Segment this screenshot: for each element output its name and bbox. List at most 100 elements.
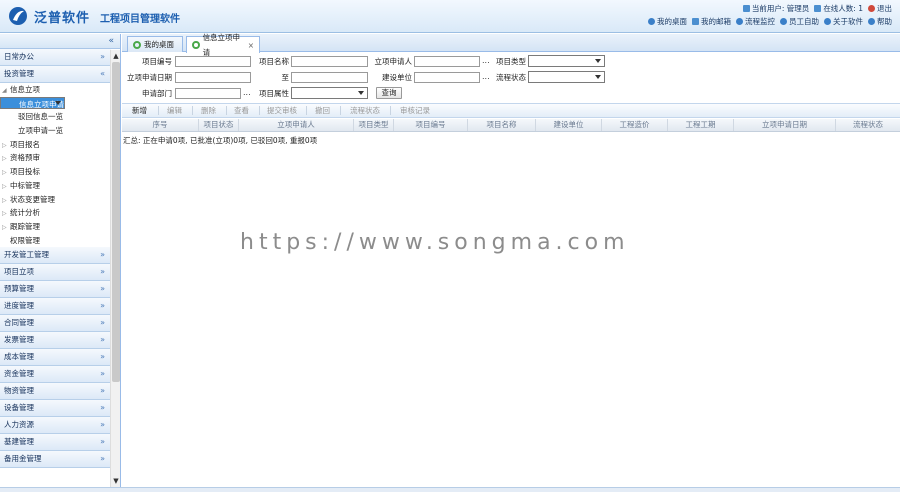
collapsed-icon: ▷	[2, 169, 7, 177]
column-header[interactable]: 建设单位	[536, 119, 602, 131]
scroll-thumb[interactable]	[112, 62, 120, 382]
sidebar-section[interactable]: 人力资源»	[0, 417, 111, 435]
online-icon	[814, 5, 822, 12]
sidebar-tree-item[interactable]: 立项申请一览	[0, 124, 111, 138]
collapsed-icon: ▷	[2, 210, 7, 218]
apply-date-to-input[interactable]	[291, 72, 368, 83]
link-about[interactable]: 关于软件	[824, 16, 863, 27]
view-button[interactable]: 查看	[234, 104, 249, 117]
sidebar-tree: ◢信息立项信息立项申请立项信息一览驳回信息一览立项申请一览▷项目报名▷资格预审▷…	[0, 83, 111, 247]
online-count: 在线人数: 1	[823, 4, 863, 13]
column-header[interactable]: 项目状态	[199, 119, 239, 131]
logout-link[interactable]: 退出	[868, 3, 892, 14]
user-info: 当前用户: 管理员 在线人数: 1 退出	[742, 3, 892, 14]
sidebar-scrollbar[interactable]: ▲ ▼	[110, 50, 120, 487]
label-project-name: 项目名称	[259, 57, 289, 66]
sidebar-section[interactable]: 预算管理»	[0, 281, 111, 299]
column-header[interactable]: 序号	[122, 119, 199, 131]
search-form: 项目编号 项目名称 立项申请人 ... 项目类型 立项申请日期 至 建设单位 .…	[122, 53, 900, 102]
link-my-desktop[interactable]: 我的桌面	[648, 16, 687, 27]
query-button[interactable]: 查询	[376, 87, 402, 99]
sidebar-tree-item[interactable]: ▷ 项目投标	[0, 165, 111, 179]
column-header[interactable]: 立项申请日期	[734, 119, 836, 131]
sidebar-tree-item[interactable]: 权限管理	[0, 234, 111, 248]
sidebar-section[interactable]: 基建管理»	[0, 434, 111, 452]
expanded-icon: ◢	[2, 87, 7, 94]
column-header[interactable]: 流程状态	[836, 119, 900, 131]
close-icon[interactable]: ×	[248, 38, 254, 53]
tab-my-desktop[interactable]: 我的桌面	[127, 36, 183, 52]
apply-dept-input[interactable]	[175, 88, 241, 99]
applicant-picker-button[interactable]: ...	[482, 56, 490, 67]
user-icon	[742, 5, 750, 12]
add-button[interactable]: 新增	[132, 104, 147, 117]
sidebar-tree-item[interactable]: ▷ 统计分析	[0, 206, 111, 220]
sidebar-section-investment[interactable]: 投资管理 «	[0, 66, 111, 83]
sidebar-section[interactable]: 进度管理»	[0, 298, 111, 316]
column-header[interactable]: 工程造价	[602, 119, 668, 131]
apply-date-from-input[interactable]	[175, 72, 251, 83]
column-header[interactable]: 工程工期	[668, 119, 734, 131]
column-header[interactable]: 项目名称	[468, 119, 536, 131]
sidebar-tree-item[interactable]: ◢ 信息立项	[0, 83, 111, 97]
expand-icon: »	[100, 267, 105, 277]
sidebar-section[interactable]: 发票管理»	[0, 332, 111, 350]
sidebar-section[interactable]: 备用金管理»	[0, 451, 111, 469]
sidebar-collapse-button[interactable]: «	[0, 34, 120, 49]
sidebar-tree-item[interactable]: 驳回信息一览	[0, 110, 111, 124]
expand-icon: »	[100, 250, 105, 260]
flow-status-button[interactable]: 流程状态	[350, 104, 380, 117]
help-icon	[868, 18, 875, 25]
project-name-input[interactable]	[291, 56, 368, 67]
applicant-input[interactable]	[414, 56, 480, 67]
sidebar-section[interactable]: 开发管工管理»	[0, 247, 111, 265]
sidebar: « 日常办公» 投资管理« ◢信息立项信息立项申请立项信息一览驳回信息一览立项申…	[0, 34, 121, 487]
app-header: 泛普软件 工程项目管理软件 当前用户: 管理员 在线人数: 1 退出 我的桌面 …	[0, 0, 900, 33]
sidebar-tree-item[interactable]: ▷ 跟踪管理	[0, 220, 111, 234]
withdraw-button[interactable]: 撤回	[315, 104, 330, 117]
sidebar-section[interactable]: 项目立项»	[0, 264, 111, 282]
link-flow-monitor[interactable]: 流程监控	[736, 16, 775, 27]
sidebar-tree-item[interactable]: ▷ 资格预审	[0, 151, 111, 165]
project-no-input[interactable]	[175, 56, 251, 67]
sidebar-tree-item[interactable]: ▷ 中标管理	[0, 179, 111, 193]
column-header[interactable]: 立项申请人	[239, 119, 354, 131]
action-toolbar: 新增 编辑 删除 查看 提交审核 撤回 流程状态 审核记录	[122, 103, 900, 118]
mail-icon	[692, 18, 699, 25]
sidebar-tree-item[interactable]: ▷ 项目报名	[0, 138, 111, 152]
sidebar-section[interactable]: 合同管理»	[0, 315, 111, 333]
review-record-button[interactable]: 审核记录	[400, 104, 430, 117]
scroll-up-icon[interactable]: ▲	[112, 51, 120, 61]
sidebar-section[interactable]: 物资管理»	[0, 383, 111, 401]
flow-status-select[interactable]	[528, 71, 605, 83]
project-attr-select[interactable]	[291, 87, 368, 99]
sidebar-section-daily-office[interactable]: 日常办公»	[0, 49, 111, 66]
expand-icon: »	[100, 369, 105, 379]
sidebar-section[interactable]: 设备管理»	[0, 400, 111, 418]
product-title: 工程项目管理软件	[100, 14, 180, 25]
submit-review-button[interactable]: 提交审核	[267, 104, 297, 117]
expand-icon: »	[100, 454, 105, 464]
sidebar-tree-item[interactable]: 信息立项申请	[0, 96, 65, 109]
brand-name: 泛普软件	[34, 11, 91, 26]
label-apply-dept: 申请部门	[142, 89, 172, 98]
summary-text: 汇总: 正在申请0项, 已批准(立项)0项, 已驳回0项, 重报0项	[123, 136, 318, 145]
label-applicant: 立项申请人	[374, 57, 413, 66]
edit-button[interactable]: 编辑	[167, 104, 182, 117]
sidebar-tree-item[interactable]: ▷ 状态变更管理	[0, 193, 111, 207]
column-header[interactable]: 项目类型	[354, 119, 394, 131]
project-type-select[interactable]	[528, 55, 605, 67]
build-unit-picker-button[interactable]: ...	[482, 72, 490, 83]
link-help[interactable]: 帮助	[868, 16, 892, 27]
link-my-mail[interactable]: 我的邮箱	[692, 16, 731, 27]
scroll-down-icon[interactable]: ▼	[112, 476, 120, 486]
tab-project-apply[interactable]: 信息立项申请 ×	[186, 33, 260, 57]
apply-tab-icon	[192, 41, 200, 49]
sidebar-section[interactable]: 资金管理»	[0, 366, 111, 384]
delete-button[interactable]: 删除	[201, 104, 216, 117]
link-self-service[interactable]: 员工自助	[780, 16, 819, 27]
column-header[interactable]: 项目编号	[394, 119, 468, 131]
build-unit-input[interactable]	[414, 72, 480, 83]
sidebar-section[interactable]: 成本管理»	[0, 349, 111, 367]
grid-header: 序号 项目状态 立项申请人 项目类型 项目编号 项目名称 建设单位 工程造价 工…	[122, 119, 900, 132]
